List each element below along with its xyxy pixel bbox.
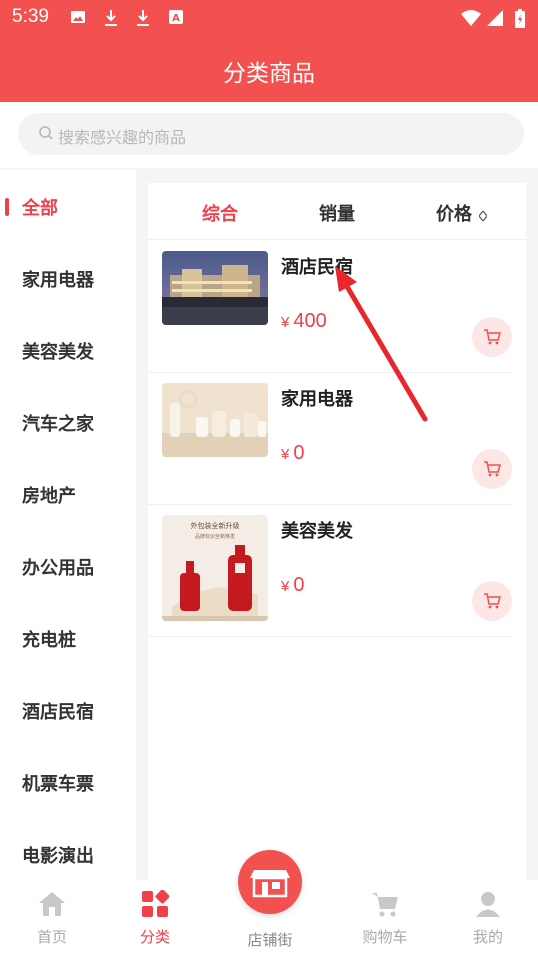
sidebar-item-beauty-hair[interactable]: 美容美发 bbox=[22, 338, 94, 364]
search-icon bbox=[38, 125, 54, 145]
product-card[interactable]: 酒店民宿 ¥400 bbox=[148, 241, 512, 373]
nav-home[interactable]: 首页 bbox=[12, 890, 92, 947]
tab-sales[interactable]: 销量 bbox=[319, 200, 355, 226]
product-image-hotel[interactable] bbox=[162, 251, 268, 325]
price-value: 400 bbox=[293, 310, 327, 332]
sidebar-item-real-estate[interactable]: 房地产 bbox=[22, 482, 76, 508]
image-notification-icon bbox=[70, 9, 86, 29]
status-bar: 5:39 A bbox=[0, 0, 538, 36]
search-input[interactable]: 搜索感兴趣的商品 bbox=[18, 113, 524, 155]
add-to-cart-button[interactable] bbox=[472, 317, 512, 357]
sidebar-item-office-supplies[interactable]: 办公用品 bbox=[22, 554, 94, 580]
currency-symbol: ¥ bbox=[281, 578, 290, 595]
search-placeholder: 搜索感兴趣的商品 bbox=[58, 128, 187, 147]
page-title: 分类商品 bbox=[223, 61, 315, 87]
product-image-subcaption: 品牌标识全新焕发 bbox=[195, 533, 235, 540]
download-notification-icon bbox=[104, 9, 118, 31]
cart-icon bbox=[484, 329, 501, 345]
cart-icon bbox=[372, 893, 398, 917]
download-notification-icon-2 bbox=[136, 9, 150, 31]
currency-symbol: ¥ bbox=[281, 446, 290, 463]
product-price: ¥0 bbox=[281, 442, 304, 465]
price-value: 0 bbox=[293, 574, 305, 596]
signal-icon bbox=[486, 9, 504, 31]
sidebar-item-tickets[interactable]: 机票车票 bbox=[22, 770, 94, 796]
product-card[interactable]: 外包装全新升级 品牌标识全新焕发 美容美发 ¥0 bbox=[148, 505, 512, 637]
category-icon bbox=[142, 889, 170, 917]
battery-icon bbox=[514, 9, 526, 33]
add-to-cart-button[interactable] bbox=[472, 581, 512, 621]
nav-cart-label: 购物车 bbox=[362, 928, 408, 946]
category-sidebar: 全部 家用电器 美容美发 汽车之家 房地产 办公用品 充电桩 酒店民宿 机票车票… bbox=[0, 170, 136, 880]
store-icon bbox=[250, 870, 290, 898]
nav-category-label: 分类 bbox=[139, 928, 170, 946]
sidebar-item-movies-shows[interactable]: 电影演出 bbox=[22, 842, 94, 868]
sidebar-item-all[interactable]: 全部 bbox=[22, 194, 58, 220]
sort-tabs: 综合 销量 价格 bbox=[148, 183, 526, 240]
active-category-indicator bbox=[5, 198, 9, 216]
profile-icon bbox=[476, 892, 500, 917]
nav-cart[interactable]: 购物车 bbox=[345, 890, 425, 947]
sidebar-item-auto[interactable]: 汽车之家 bbox=[22, 410, 94, 436]
sidebar-item-charging-pile[interactable]: 充电桩 bbox=[22, 626, 76, 652]
sidebar-item-hotels[interactable]: 酒店民宿 bbox=[22, 698, 94, 724]
wifi-icon bbox=[460, 9, 482, 31]
sort-toggle-icon[interactable] bbox=[478, 206, 488, 222]
product-image-caption: 外包装全新升级 bbox=[191, 521, 240, 530]
nav-store-street[interactable] bbox=[238, 850, 302, 914]
currency-symbol: ¥ bbox=[281, 314, 290, 331]
product-name: 酒店民宿 bbox=[281, 257, 353, 278]
search-area: 搜索感兴趣的商品 bbox=[0, 102, 538, 168]
nav-profile[interactable]: 我的 bbox=[448, 890, 528, 947]
home-icon bbox=[39, 892, 65, 916]
product-image-appliances[interactable] bbox=[162, 383, 268, 457]
svg-text:A: A bbox=[172, 13, 180, 24]
nav-category[interactable]: 分类 bbox=[115, 889, 195, 947]
tab-comprehensive[interactable]: 综合 bbox=[202, 200, 238, 226]
tab-price[interactable]: 价格 bbox=[436, 200, 472, 226]
price-value: 0 bbox=[293, 442, 305, 464]
nav-home-label: 首页 bbox=[36, 928, 67, 946]
add-to-cart-button[interactable] bbox=[472, 449, 512, 489]
status-time: 5:39 bbox=[12, 6, 49, 27]
product-image-beauty[interactable]: 外包装全新升级 品牌标识全新焕发 bbox=[162, 515, 268, 621]
product-name: 家用电器 bbox=[281, 389, 353, 410]
product-price: ¥400 bbox=[281, 310, 327, 333]
product-card[interactable]: 家用电器 ¥0 bbox=[148, 373, 512, 505]
cart-icon bbox=[484, 593, 501, 609]
sidebar-item-home-appliances[interactable]: 家用电器 bbox=[22, 266, 94, 292]
product-price: ¥0 bbox=[281, 574, 304, 597]
nav-store-street-label: 店铺街 bbox=[247, 931, 293, 949]
app-header: 5:39 A 分类商品 bbox=[0, 0, 538, 102]
product-panel: 综合 销量 价格 酒店民宿 ¥400 家用电器 ¥ 0 外包装全新升级 品牌标识… bbox=[148, 183, 526, 880]
cart-icon bbox=[484, 461, 501, 477]
product-name: 美容美发 bbox=[281, 521, 353, 542]
nav-profile-label: 我的 bbox=[472, 928, 503, 946]
app-notification-icon: A bbox=[168, 9, 184, 29]
